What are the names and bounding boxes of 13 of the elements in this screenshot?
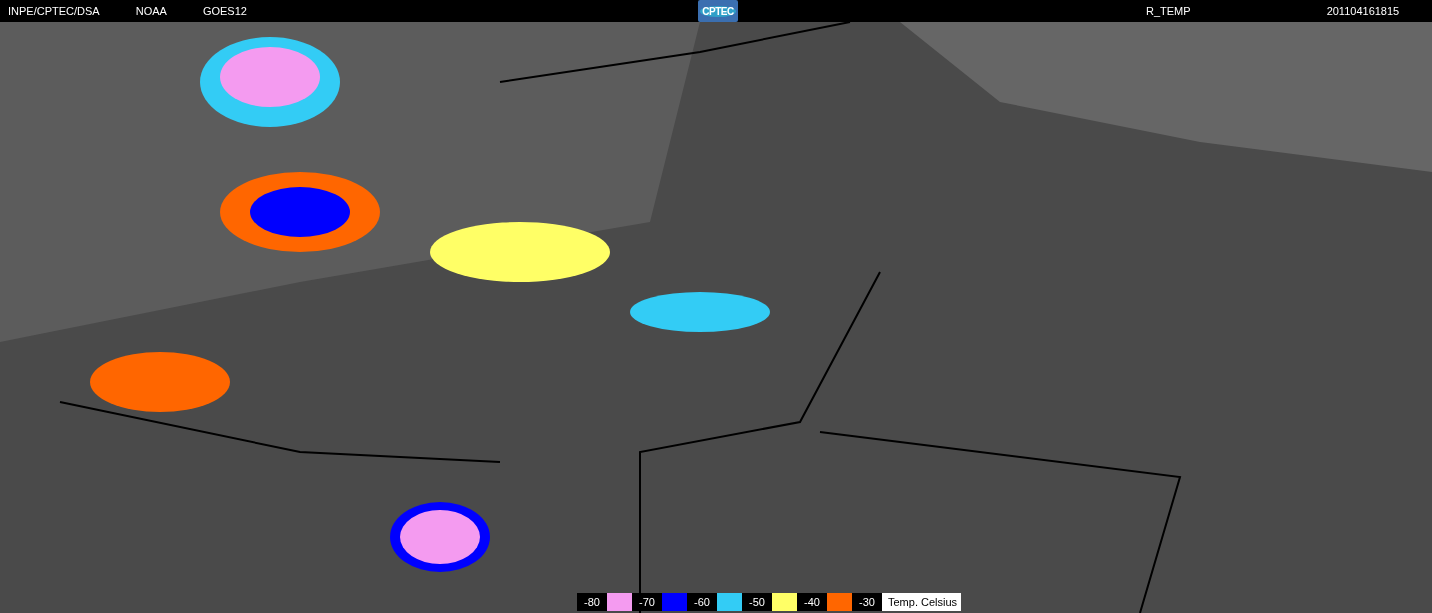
timestamp: 201104161815 xyxy=(1326,5,1400,17)
legend-title: Temp. Celsius xyxy=(887,596,958,608)
legend-label: -30 xyxy=(852,593,882,611)
logo: CPTEC xyxy=(698,0,738,22)
legend-label: -60 xyxy=(687,593,717,611)
product-label: R_TEMP xyxy=(1146,5,1191,17)
header-label: INPE/CPTEC/DSA xyxy=(8,5,100,17)
header-label: NOAA xyxy=(135,5,167,17)
legend-label: -50 xyxy=(742,593,772,611)
legend-label: -70 xyxy=(632,593,662,611)
legend-label: -40 xyxy=(797,593,827,611)
header-label: GOES12 xyxy=(202,5,247,17)
legend-label: -80 xyxy=(577,593,607,611)
